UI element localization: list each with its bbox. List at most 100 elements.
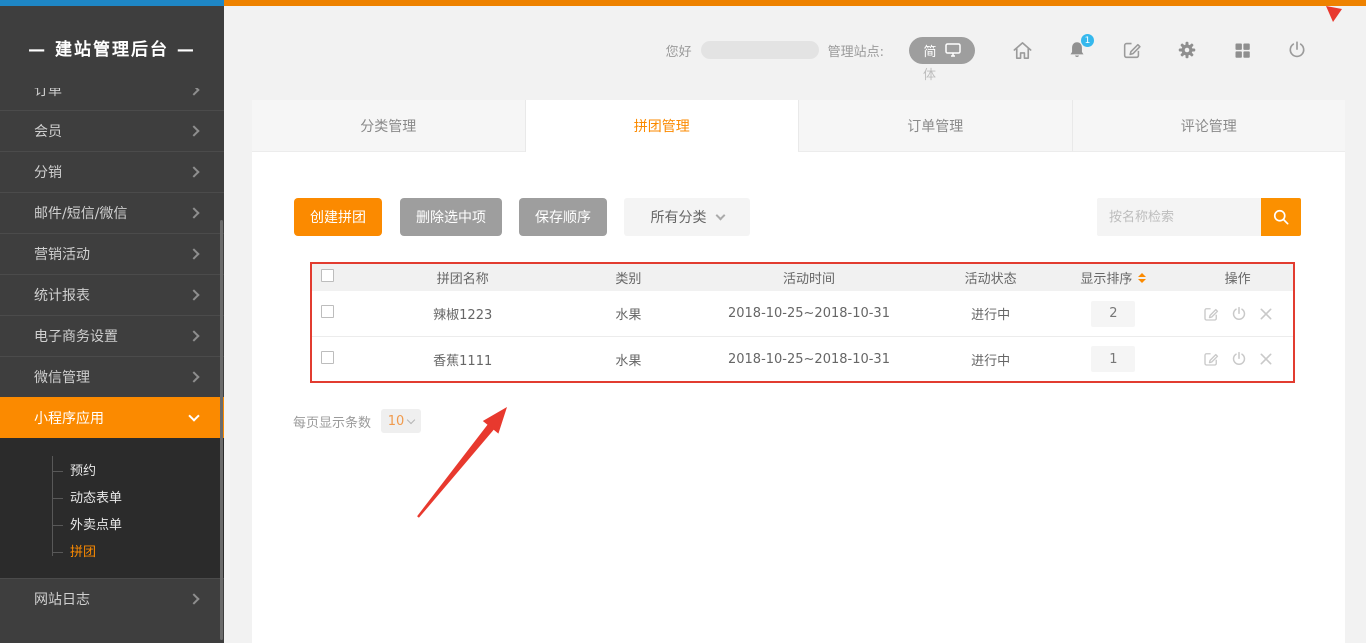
language-char: 简 — [923, 41, 936, 60]
toggle-power-icon[interactable] — [1230, 350, 1248, 368]
settings-gear-icon[interactable] — [1175, 38, 1199, 62]
site-label: 管理站点: — [828, 41, 884, 60]
sidebar-item-marketing[interactable]: 营销活动 — [0, 233, 224, 274]
submenu-item-group-buy[interactable]: 拼团 — [0, 539, 224, 566]
sidebar-item-label: 会员 — [34, 121, 62, 141]
notifications-bell-icon[interactable]: 1 — [1065, 38, 1089, 62]
greeting-text: 您好 — [666, 41, 692, 60]
notification-badge: 1 — [1081, 34, 1094, 47]
cell-name: 香蕉1111 — [350, 350, 576, 369]
language-selector[interactable]: 简 — [909, 37, 975, 64]
sidebar-clipped-item-wrap: 订单 — [0, 88, 224, 110]
search-input[interactable] — [1097, 198, 1261, 236]
sort-order-input[interactable]: 2 — [1091, 301, 1135, 327]
header-time: 活动时间 — [681, 268, 936, 287]
toggle-power-icon[interactable] — [1230, 305, 1248, 323]
row-checkbox[interactable] — [321, 351, 334, 364]
sort-carets-icon[interactable] — [1138, 273, 1146, 283]
save-order-button[interactable]: 保存顺序 — [519, 198, 607, 236]
sidebar-item-ecommerce-settings[interactable]: 电子商务设置 — [0, 315, 224, 356]
sidebar-item-label: 网站日志 — [34, 589, 90, 609]
sidebar-item-statistics[interactable]: 统计报表 — [0, 274, 224, 315]
chevron-right-icon — [188, 248, 199, 259]
cell-category: 水果 — [575, 304, 681, 323]
cell-time: 2018-10-25~2018-10-31 — [681, 352, 936, 367]
sidebar-item-site-logs[interactable]: 网站日志 — [0, 578, 224, 619]
monitor-icon — [945, 43, 961, 57]
language-selector-wrap: 简 体 — [909, 37, 975, 64]
cell-category: 水果 — [575, 350, 681, 369]
chevron-right-icon — [188, 593, 199, 604]
sidebar-item-label: 微信管理 — [34, 367, 90, 387]
language-char-below: 体 — [923, 64, 936, 83]
tab-bar: 分类管理 拼团管理 订单管理 评论管理 — [252, 100, 1345, 152]
tab-comment-management[interactable]: 评论管理 — [1072, 100, 1346, 152]
delete-row-icon[interactable] — [1258, 351, 1274, 367]
cell-time: 2018-10-25~2018-10-31 — [681, 306, 936, 321]
submenu-item-booking[interactable]: 预约 — [0, 458, 224, 485]
sidebar-item-label: 小程序应用 — [34, 408, 104, 428]
username-redacted — [701, 41, 819, 59]
miniprogram-submenu: 预约 动态表单 外卖点单 拼团 — [0, 438, 224, 578]
per-page-value: 10 — [388, 414, 405, 429]
table-row: 辣椒1223 水果 2018-10-25~2018-10-31 进行中 2 — [312, 291, 1293, 336]
per-page-dropdown[interactable]: 10 — [381, 409, 421, 433]
sidebar-item-label: 分销 — [34, 162, 62, 182]
logout-power-icon[interactable] — [1285, 38, 1309, 62]
sidebar-item-miniprogram-apps[interactable]: 小程序应用 — [0, 397, 224, 438]
submenu-item-takeout-order[interactable]: 外卖点单 — [0, 512, 224, 539]
edit-row-icon[interactable] — [1202, 350, 1220, 368]
chevron-right-icon — [188, 289, 199, 300]
header-sort: 显示排序 — [1080, 268, 1132, 287]
sidebar-item-label: 邮件/短信/微信 — [34, 203, 127, 223]
table-header-row: 拼团名称 类别 活动时间 活动状态 显示排序 操作 — [312, 264, 1293, 291]
sort-order-input[interactable]: 1 — [1091, 346, 1135, 372]
apps-grid-icon[interactable] — [1230, 38, 1254, 62]
delete-row-icon[interactable] — [1258, 306, 1274, 322]
sidebar-item-label: 营销活动 — [34, 244, 90, 264]
tab-category-management[interactable]: 分类管理 — [252, 100, 525, 152]
pagination: 每页显示条数 10 — [252, 409, 1345, 433]
sidebar-item-label: 订单 — [34, 88, 62, 100]
select-all-checkbox[interactable] — [321, 269, 334, 282]
sidebar-item-mail-sms-wechat[interactable]: 邮件/短信/微信 — [0, 192, 224, 233]
chevron-down-icon — [715, 210, 725, 220]
home-icon[interactable] — [1010, 38, 1034, 62]
header-category: 类别 — [575, 268, 681, 287]
app-logo: — 建站管理后台 — — [0, 6, 224, 88]
cell-name: 辣椒1223 — [350, 304, 576, 323]
delete-selected-button[interactable]: 删除选中项 — [400, 198, 502, 236]
edit-icon[interactable] — [1120, 38, 1144, 62]
sidebar-scrollbar[interactable] — [220, 220, 223, 640]
main-area: 您好 管理站点: 简 体 — [224, 0, 1366, 643]
sidebar-item-members[interactable]: 会员 — [0, 110, 224, 151]
sidebar-item-label: 统计报表 — [34, 285, 90, 305]
submenu-item-dynamic-forms[interactable]: 动态表单 — [0, 485, 224, 512]
category-filter-dropdown[interactable]: 所有分类 — [624, 198, 750, 236]
chevron-right-icon — [188, 330, 199, 341]
groupbuy-table: 拼团名称 类别 活动时间 活动状态 显示排序 操作 辣椒1223 水果 2018… — [310, 262, 1295, 383]
edit-row-icon[interactable] — [1202, 305, 1220, 323]
row-checkbox[interactable] — [321, 305, 334, 318]
tab-groupbuy-management[interactable]: 拼团管理 — [525, 100, 799, 152]
category-filter-label: 所有分类 — [651, 207, 707, 227]
sidebar: — 建站管理后台 — 订单 会员 分销 邮件/短信/微信 营销活动 统计报表 电… — [0, 0, 224, 643]
chevron-right-icon — [188, 125, 199, 136]
chevron-right-icon — [188, 371, 199, 382]
search-button[interactable] — [1261, 198, 1301, 236]
search-icon — [1271, 207, 1291, 227]
chevron-right-icon — [188, 207, 199, 218]
content-card: 分类管理 拼团管理 订单管理 评论管理 创建拼团 删除选中项 保存顺序 所有分类 — [252, 100, 1345, 643]
search-box — [1097, 198, 1301, 236]
header-status: 活动状态 — [937, 268, 1045, 287]
sidebar-item-label: 电子商务设置 — [34, 326, 118, 346]
toolbar: 创建拼团 删除选中项 保存顺序 所有分类 — [252, 198, 1345, 236]
chevron-down-icon — [407, 415, 415, 423]
chevron-right-icon — [188, 88, 199, 95]
sidebar-item-wechat-management[interactable]: 微信管理 — [0, 356, 224, 397]
per-page-label: 每页显示条数 — [293, 412, 371, 431]
sidebar-item-distribution[interactable]: 分销 — [0, 151, 224, 192]
tab-order-management[interactable]: 订单管理 — [798, 100, 1072, 152]
sidebar-item-orders[interactable]: 订单 — [0, 88, 224, 110]
create-groupbuy-button[interactable]: 创建拼团 — [294, 198, 382, 236]
